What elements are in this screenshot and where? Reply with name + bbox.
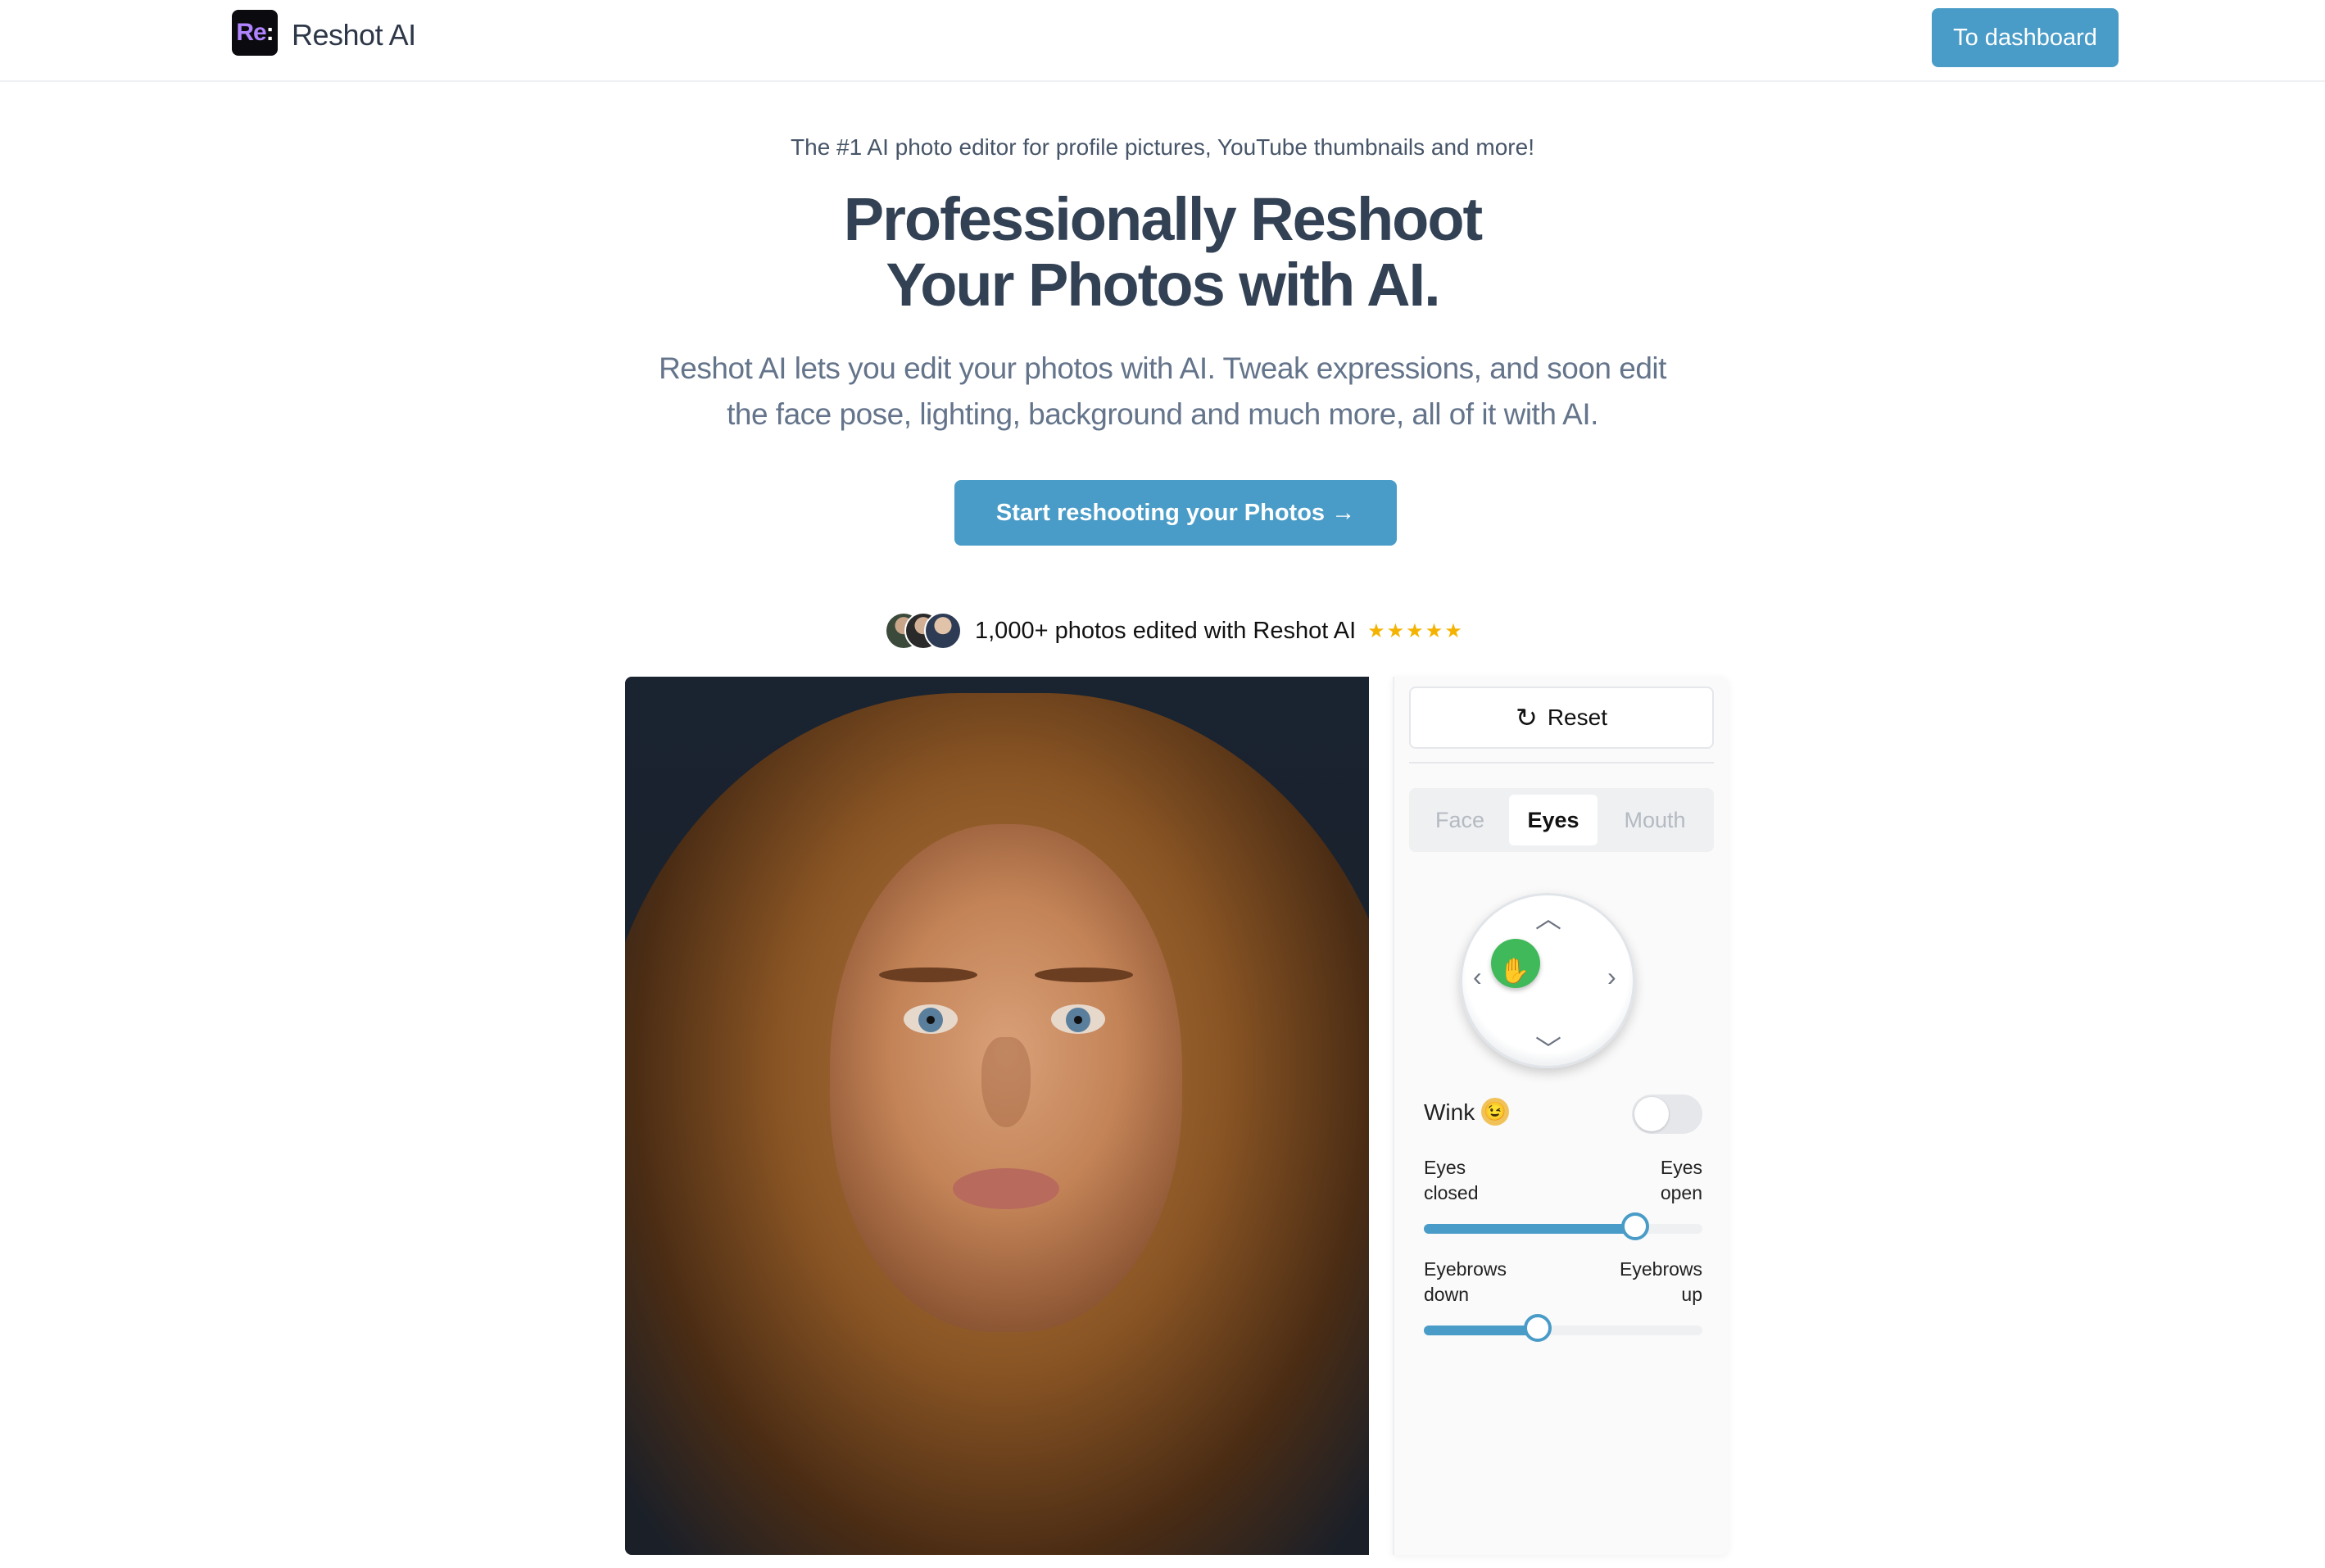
slider-right-label-line: open bbox=[1660, 1182, 1702, 1203]
logo-text: Re bbox=[236, 19, 266, 46]
eyes-open-slider[interactable] bbox=[1424, 1212, 1702, 1240]
slider-left-label-line: Eyebrows bbox=[1424, 1258, 1507, 1280]
gaze-joystick[interactable]: ︿ ﹀ ‹ › ✋ bbox=[1460, 893, 1635, 1068]
slider-left-label-line: down bbox=[1424, 1284, 1469, 1305]
wink-toggle[interactable] bbox=[1632, 1094, 1702, 1134]
brand-name[interactable]: Reshot AI bbox=[292, 18, 416, 52]
reset-label: Reset bbox=[1547, 705, 1607, 730]
slider-right-label: Eyebrows up bbox=[1588, 1257, 1702, 1307]
demo-portrait-image bbox=[625, 677, 1369, 1555]
chevron-left-icon: ‹ bbox=[1473, 962, 1482, 991]
to-dashboard-button[interactable]: To dashboard bbox=[1932, 8, 2119, 67]
divider bbox=[1409, 762, 1714, 764]
wink-emoji-icon: 😉 bbox=[1481, 1098, 1509, 1126]
slider-right-label-line: Eyes bbox=[1660, 1157, 1702, 1178]
logo-icon[interactable]: Re: bbox=[232, 10, 278, 56]
avatar bbox=[924, 612, 962, 650]
reset-icon: ↻ bbox=[1516, 703, 1538, 732]
portrait-eye bbox=[904, 1004, 958, 1034]
social-proof-text: 1,000+ photos edited with Reshot AI bbox=[975, 617, 1357, 644]
portrait-brow bbox=[879, 968, 977, 982]
slider-left-label: Eyes closed bbox=[1424, 1155, 1478, 1206]
tab-face[interactable]: Face bbox=[1416, 795, 1504, 845]
portrait-eye bbox=[1051, 1004, 1105, 1034]
editor-panel: ↻ Reset Face Eyes Mouth ︿ ﹀ ‹ › ✋ Wink 😉… bbox=[1393, 677, 1729, 1555]
slider-left-label-line: Eyes bbox=[1424, 1157, 1466, 1178]
slider-left-label-line: closed bbox=[1424, 1182, 1479, 1203]
portrait-brow bbox=[1035, 968, 1133, 982]
chevron-down-icon: ﹀ bbox=[1535, 1035, 1562, 1064]
feature-tabs: Face Eyes Mouth bbox=[1409, 788, 1714, 852]
headline-line-1: Professionally Reshoot bbox=[843, 185, 1483, 253]
reset-button[interactable]: ↻ Reset bbox=[1409, 687, 1714, 749]
eyebrows-slider[interactable] bbox=[1424, 1314, 1702, 1342]
slider-right-label: Eyes open bbox=[1620, 1155, 1702, 1206]
portrait-lips bbox=[953, 1168, 1059, 1209]
logo-colon: : bbox=[265, 19, 274, 46]
slider-right-label-line: Eyebrows bbox=[1620, 1258, 1702, 1280]
slider-left-label: Eyebrows down bbox=[1424, 1257, 1507, 1307]
tab-eyes[interactable]: Eyes bbox=[1509, 795, 1598, 845]
slider-thumb[interactable] bbox=[1621, 1212, 1650, 1240]
slider-thumb[interactable] bbox=[1524, 1314, 1552, 1342]
chevron-up-icon: ︿ bbox=[1535, 904, 1562, 933]
social-proof: 1,000+ photos edited with Reshot AI ★★★★… bbox=[885, 610, 1464, 652]
user-avatars bbox=[885, 612, 963, 650]
portrait-face bbox=[830, 824, 1182, 1332]
slider-fill bbox=[1424, 1326, 1539, 1335]
slider-fill bbox=[1424, 1224, 1636, 1234]
slider-right-label-line: up bbox=[1681, 1284, 1702, 1305]
wink-label: Wink bbox=[1424, 1099, 1475, 1125]
start-reshooting-button[interactable]: Start reshooting your Photos → bbox=[954, 480, 1397, 546]
chevron-right-icon: › bbox=[1607, 962, 1616, 991]
hand-cursor-icon: ✋ bbox=[1499, 958, 1530, 985]
headline-line-2: Your Photos with AI. bbox=[886, 251, 1440, 319]
hero-tagline: The #1 AI photo editor for profile pictu… bbox=[791, 134, 1534, 160]
hero-subheading: Reshot AI lets you edit your photos with… bbox=[659, 351, 1666, 431]
top-navbar: Re: Reshot AI To dashboard bbox=[0, 0, 2325, 82]
hero-headline: Professionally Reshoot Your Photos with … bbox=[0, 187, 2325, 318]
tab-mouth[interactable]: Mouth bbox=[1602, 795, 1707, 845]
star-rating: ★★★★★ bbox=[1367, 619, 1464, 642]
portrait-nose bbox=[981, 1037, 1031, 1127]
